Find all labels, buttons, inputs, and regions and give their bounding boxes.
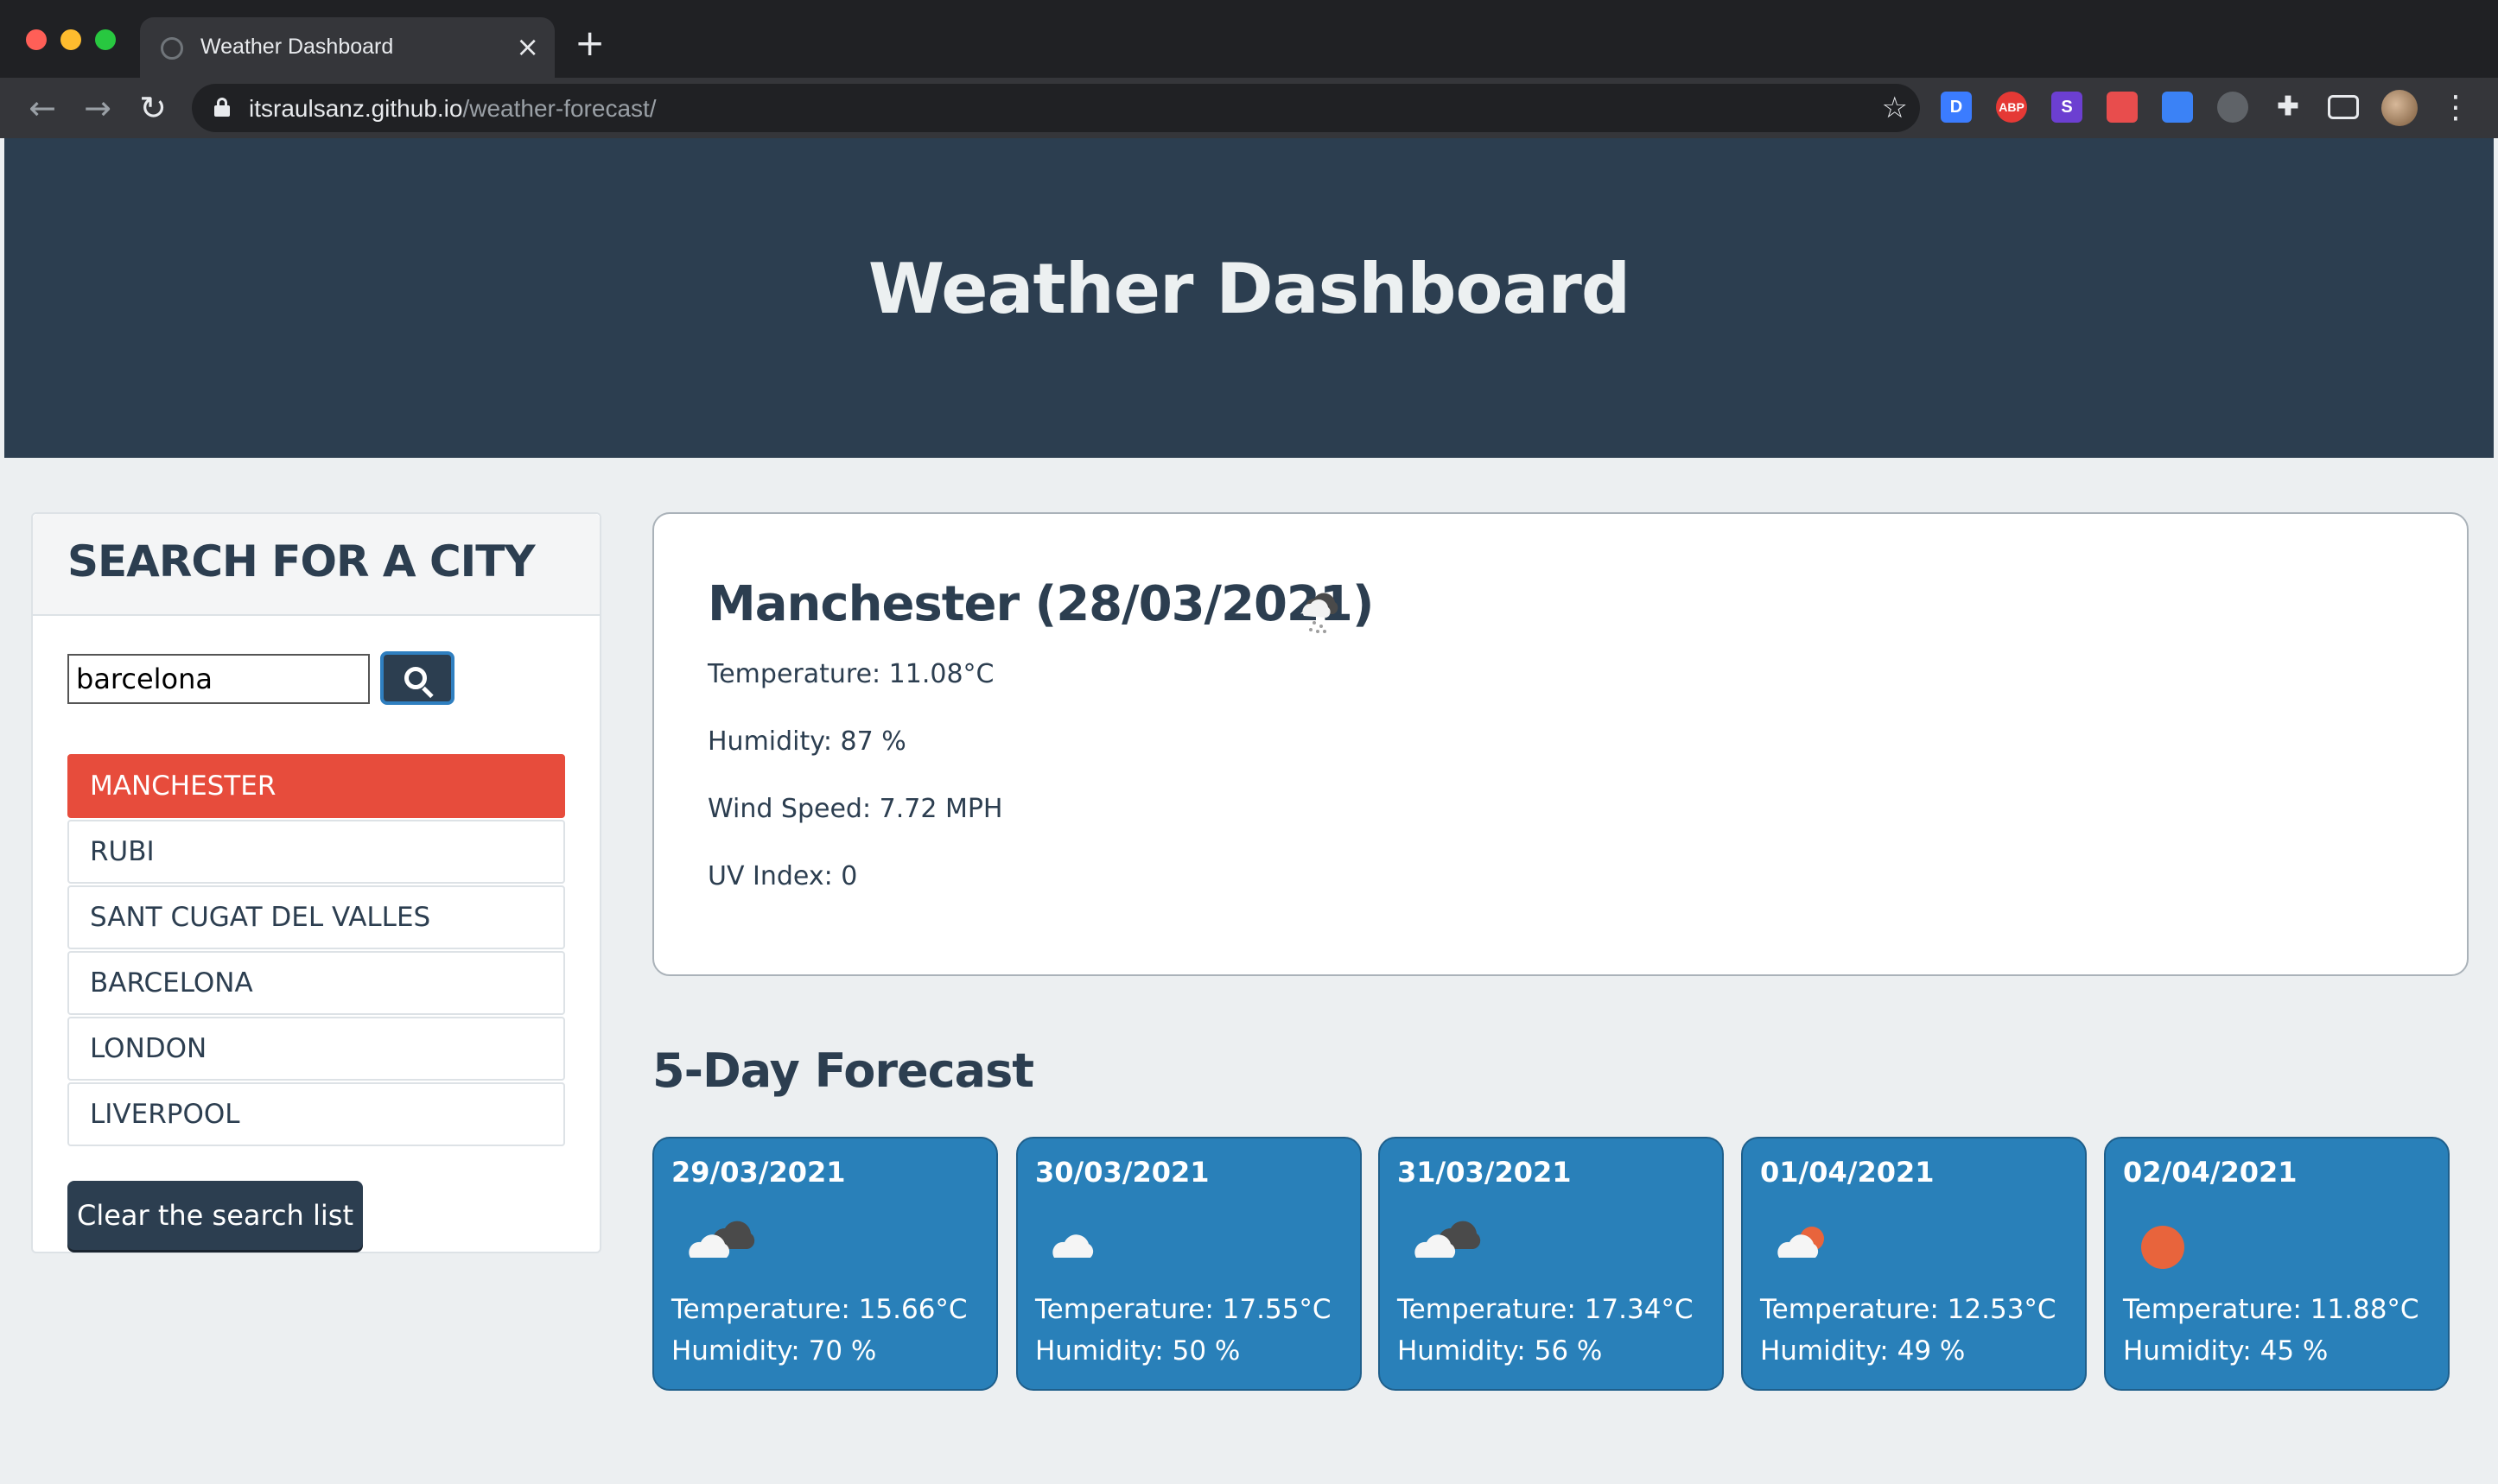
current-humidity: Humidity: 87 % <box>708 726 906 757</box>
history-item-sant-cugat[interactable]: SANT CUGAT DEL VALLES <box>67 885 565 949</box>
browser-menu-icon[interactable]: ⋮ <box>2440 86 2471 130</box>
city-search-input[interactable] <box>67 654 370 704</box>
forecast-row: 29/03/2021 Temperature: 15.66°C Humidity… <box>652 1137 2469 1391</box>
url-host: itsraulsanz.github.io <box>249 95 463 122</box>
broken-clouds-icon <box>1414 1221 1481 1258</box>
history-item-barcelona[interactable]: BARCELONA <box>67 951 565 1015</box>
forecast-date: 31/03/2021 <box>1397 1156 1572 1189</box>
forecast-date: 30/03/2021 <box>1035 1156 1210 1189</box>
reload-icon[interactable]: ↻ <box>131 86 175 130</box>
page-header: Weather Dashboard <box>4 138 2494 458</box>
address-bar[interactable]: itsraulsanz.github.io/weather-forecast/ … <box>192 84 1920 132</box>
current-temperature: Temperature: 11.08°C <box>708 659 995 689</box>
extensions-puzzle-icon[interactable]: ✚ <box>2272 92 2304 123</box>
search-button[interactable] <box>380 651 454 705</box>
page-body: Weather Dashboard SEARCH FOR A CITY MANC… <box>4 138 2494 1484</box>
forecast-humidity: Humidity: 70 % <box>671 1335 877 1367</box>
new-tab-button[interactable]: + <box>575 24 605 62</box>
bookmark-star-icon[interactable]: ☆ <box>1882 91 1908 125</box>
tab-title: Weather Dashboard <box>200 35 394 59</box>
history-item-liverpool[interactable]: LIVERPOOL <box>67 1082 565 1146</box>
forecast-temperature: Temperature: 17.34°C <box>1397 1294 1694 1325</box>
broken-clouds-icon <box>689 1221 755 1258</box>
current-city-title: Manchester (28/03/2021) <box>708 576 1374 632</box>
clear-sky-icon <box>2141 1226 2184 1269</box>
tab-close-icon[interactable]: × <box>516 29 539 64</box>
forecast-card: 29/03/2021 Temperature: 15.66°C Humidity… <box>652 1137 998 1391</box>
search-heading: SEARCH FOR A CITY <box>67 536 536 587</box>
back-arrow-icon[interactable]: ← <box>21 86 64 130</box>
forecast-temperature: Temperature: 15.66°C <box>671 1294 968 1325</box>
lock-icon <box>214 98 230 117</box>
few-clouds-icon <box>1777 1227 1824 1258</box>
history-item-rubi[interactable]: RUBI <box>67 820 565 884</box>
forecast-card: 31/03/2021 Temperature: 17.34°C Humidity… <box>1378 1137 1724 1391</box>
globe-icon <box>161 37 183 60</box>
history-item-london[interactable]: LONDON <box>67 1017 565 1081</box>
forecast-humidity: Humidity: 50 % <box>1035 1335 1241 1367</box>
extension-s-icon[interactable]: S <box>2051 92 2082 123</box>
forecast-date: 01/04/2021 <box>1760 1156 1935 1189</box>
forecast-date: 02/04/2021 <box>2123 1156 2298 1189</box>
browser-tab[interactable]: Weather Dashboard × <box>140 17 555 78</box>
forecast-card: 02/04/2021 Temperature: 11.88°C Humidity… <box>2104 1137 2450 1391</box>
forecast-date: 29/03/2021 <box>671 1156 846 1189</box>
browser-toolbar: ← → ↻ itsraulsanz.github.io/weather-fore… <box>0 78 2498 138</box>
forecast-heading: 5-Day Forecast <box>652 1043 1034 1098</box>
profile-avatar[interactable] <box>2381 90 2418 126</box>
extension-robot-icon[interactable] <box>2217 92 2248 123</box>
scattered-clouds-icon <box>1052 1234 1094 1258</box>
forecast-temperature: Temperature: 11.88°C <box>2123 1294 2419 1325</box>
minimize-window-button[interactable] <box>60 29 81 50</box>
forecast-humidity: Humidity: 56 % <box>1397 1335 1603 1367</box>
forecast-humidity: Humidity: 49 % <box>1760 1335 1966 1367</box>
search-panel: SEARCH FOR A CITY MANCHESTER RUBI SANT C… <box>31 512 601 1253</box>
forecast-card: 30/03/2021 Temperature: 17.55°C Humidity… <box>1016 1137 1362 1391</box>
history-item-manchester[interactable]: MANCHESTER <box>67 754 565 818</box>
search-icon <box>404 667 427 689</box>
cast-icon[interactable] <box>2328 95 2359 119</box>
forecast-temperature: Temperature: 12.53°C <box>1760 1294 2056 1325</box>
forecast-humidity: Humidity: 45 % <box>2123 1335 2329 1367</box>
current-weather-card: Manchester (28/03/2021) Temperature: 11.… <box>652 512 2469 976</box>
zoom-window-button[interactable] <box>95 29 116 50</box>
url-text[interactable]: itsraulsanz.github.io/weather-forecast/ <box>249 95 657 123</box>
search-panel-header: SEARCH FOR A CITY <box>33 514 600 616</box>
extension-record-icon[interactable] <box>2107 92 2138 123</box>
extension-adblock-icon[interactable]: ABP <box>1996 92 2027 123</box>
light-snow-icon <box>1302 593 1338 633</box>
search-history-list: MANCHESTER RUBI SANT CUGAT DEL VALLES BA… <box>67 754 565 1148</box>
forward-arrow-icon[interactable]: → <box>76 86 119 130</box>
url-path: /weather-forecast/ <box>462 95 657 122</box>
extension-d-icon[interactable]: D <box>1941 92 1972 123</box>
current-uv-index: UV Index: 0 <box>708 861 858 891</box>
close-window-button[interactable] <box>26 29 47 50</box>
browser-tab-strip: Weather Dashboard × + <box>0 0 2498 78</box>
forecast-card: 01/04/2021 Temperature: 12.53°C Humidity… <box>1741 1137 2087 1391</box>
page-title: Weather Dashboard <box>868 249 1630 329</box>
forecast-temperature: Temperature: 17.55°C <box>1035 1294 1332 1325</box>
extension-camera-icon[interactable] <box>2162 92 2193 123</box>
current-wind-speed: Wind Speed: 7.72 MPH <box>708 794 1003 824</box>
clear-search-list-button[interactable]: Clear the search list <box>67 1181 363 1250</box>
